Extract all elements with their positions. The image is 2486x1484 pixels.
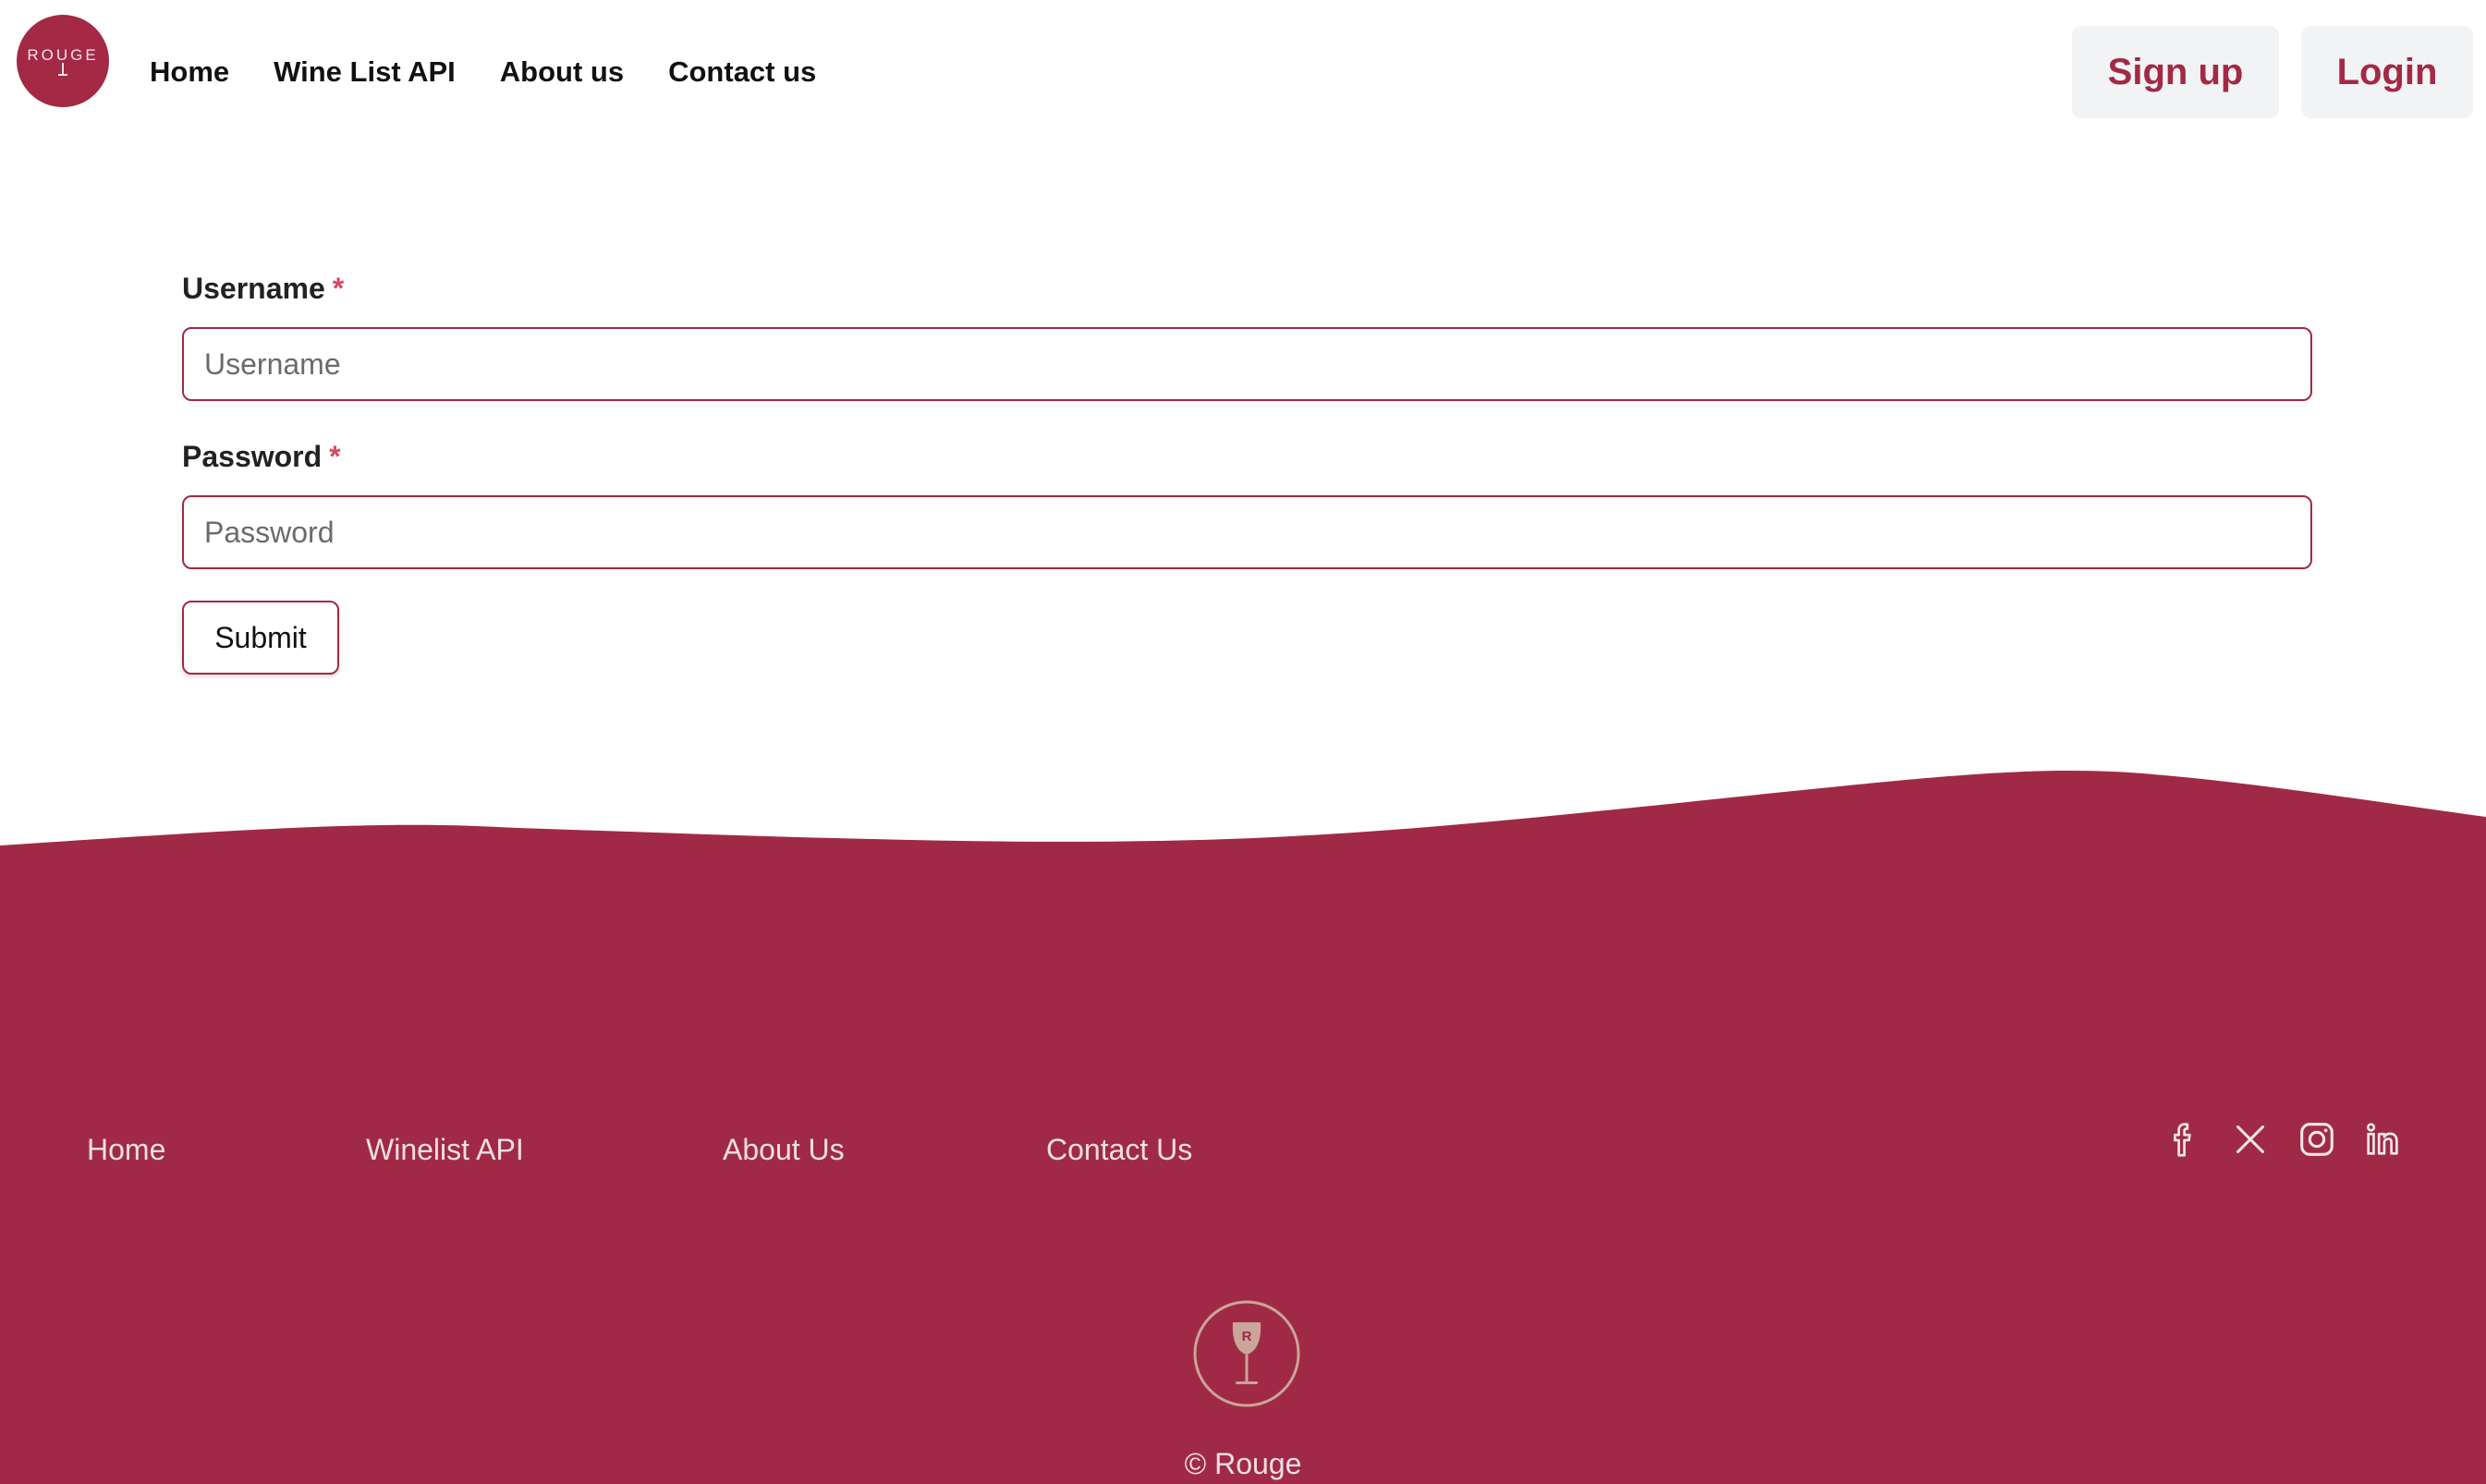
- linkedin-icon[interactable]: [2362, 1118, 2405, 1161]
- nav-wine-list-api[interactable]: Wine List API: [274, 52, 456, 92]
- footer-logo-letter: R: [1242, 1329, 1252, 1344]
- password-label-text: Password: [182, 440, 323, 473]
- username-input[interactable]: [182, 327, 2312, 401]
- instagram-icon[interactable]: [2296, 1118, 2338, 1161]
- footer-link-contact-us[interactable]: Contact Us: [1046, 1129, 1192, 1170]
- username-label: Username *: [182, 268, 2312, 309]
- main-nav: Home Wine List API About us Contact us: [150, 52, 816, 92]
- rouge-logo[interactable]: ROUGE: [17, 15, 109, 107]
- nav-contact-us[interactable]: Contact us: [668, 52, 816, 92]
- logo-glass-base: [58, 74, 67, 76]
- username-label-text: Username: [182, 272, 325, 305]
- nav-about-us[interactable]: About us: [500, 52, 624, 92]
- password-label: Password *: [182, 436, 2312, 477]
- nav-home[interactable]: Home: [150, 52, 229, 92]
- login-page: ROUGE Home Wine List API About us Contac…: [0, 0, 2486, 1484]
- copyright-text: © Rouge: [1184, 1447, 1302, 1480]
- footer-link-about-us[interactable]: About Us: [723, 1129, 845, 1170]
- footer-link-home[interactable]: Home: [87, 1129, 165, 1170]
- facebook-icon[interactable]: [2163, 1118, 2205, 1161]
- logo-text: ROUGE: [27, 46, 99, 64]
- required-marker: *: [329, 440, 341, 473]
- login-button[interactable]: Login: [2301, 26, 2473, 118]
- login-form: Username * Password * Submit: [182, 268, 2312, 675]
- footer-nav: Home Winelist API About Us Contact Us: [0, 1129, 2486, 1175]
- site-header: ROUGE Home Wine List API About us Contac…: [0, 0, 2486, 148]
- required-marker: *: [332, 272, 345, 305]
- x-icon[interactable]: [2229, 1118, 2272, 1161]
- footer-wine-glass-logo: R: [1193, 1300, 1300, 1407]
- social-links: [2163, 1118, 2405, 1161]
- submit-button[interactable]: Submit: [182, 601, 339, 675]
- signup-button[interactable]: Sign up: [2072, 26, 2279, 118]
- password-input[interactable]: [182, 495, 2312, 569]
- footer-link-winelist-api[interactable]: Winelist API: [366, 1129, 524, 1170]
- logo-glass-stem: [62, 63, 64, 74]
